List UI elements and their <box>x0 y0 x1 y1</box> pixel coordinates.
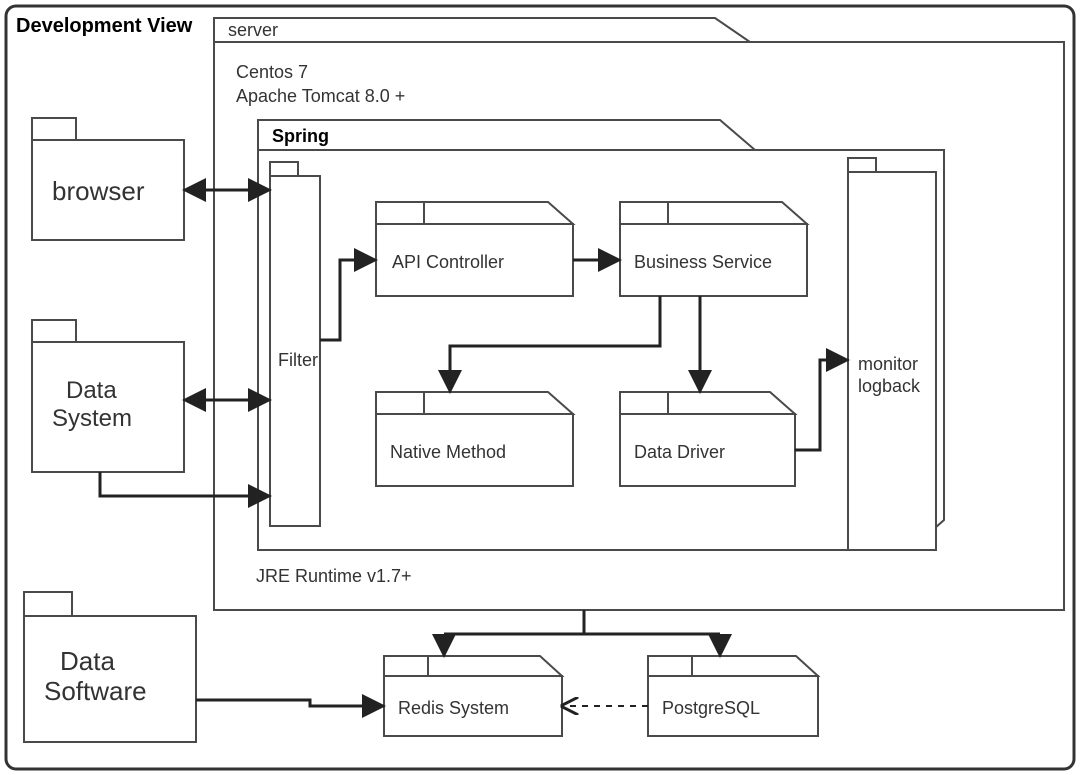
server-jre: JRE Runtime v1.7+ <box>256 566 412 586</box>
business-service-label: Business Service <box>634 252 772 272</box>
monitor-label-1: monitor <box>858 354 918 374</box>
monitor-logback-package: monitor logback <box>848 158 936 550</box>
data-system-package: Data System <box>32 320 184 472</box>
postgresql-label: PostgreSQL <box>662 698 760 718</box>
filter-package: Filter <box>270 162 320 526</box>
business-service-package: Business Service <box>620 202 807 296</box>
diagram-title: Development View <box>16 15 193 37</box>
server-appserver: Apache Tomcat 8.0 + <box>236 86 405 106</box>
spring-label: Spring <box>272 126 329 146</box>
data-software-label-2: Software <box>44 676 147 706</box>
api-controller-package: API Controller <box>376 202 573 296</box>
api-controller-label: API Controller <box>392 252 504 272</box>
data-driver-label: Data Driver <box>634 442 725 462</box>
native-method-label: Native Method <box>390 442 506 462</box>
data-system-label-1: Data <box>66 377 117 404</box>
spring-package: Spring <box>258 120 944 550</box>
conn-datasoftware-redis <box>196 700 384 706</box>
monitor-label-2: logback <box>858 376 921 396</box>
server-label: server <box>228 20 278 40</box>
development-view-diagram: Development View server Centos 7 Apache … <box>0 0 1080 775</box>
server-os: Centos 7 <box>236 62 308 82</box>
native-method-package: Native Method <box>376 392 573 486</box>
data-driver-package: Data Driver <box>620 392 795 486</box>
data-system-label-2: System <box>52 405 132 432</box>
browser-package: browser <box>32 118 184 240</box>
data-software-label-1: Data <box>60 646 115 676</box>
data-software-package: Data Software <box>24 592 196 742</box>
redis-label: Redis System <box>398 698 509 718</box>
conn-server-databases <box>444 610 720 656</box>
browser-label: browser <box>52 176 145 206</box>
postgresql-package: PostgreSQL <box>648 656 818 736</box>
filter-label: Filter <box>278 350 318 370</box>
redis-package: Redis System <box>384 656 562 736</box>
